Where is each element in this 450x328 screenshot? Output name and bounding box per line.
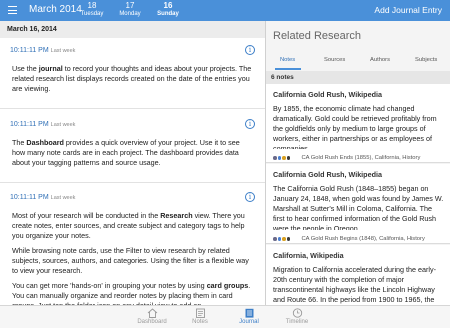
- tab-label: Journal: [239, 319, 259, 325]
- entry-relative-time: Last week: [50, 195, 76, 201]
- note-title: California Gold Rush, Wikipedia: [273, 170, 382, 179]
- note-tags: CA Gold Rush Ends (1855), California, Hi…: [301, 154, 421, 161]
- add-journal-entry-button[interactable]: Add Journal Entry: [374, 5, 442, 15]
- research-title: Related Research: [273, 30, 362, 42]
- info-icon[interactable]: i: [245, 192, 255, 202]
- tab-timeline[interactable]: Timeline: [272, 308, 322, 325]
- note-body: The California Gold Rush (1848–1855) beg…: [273, 184, 444, 231]
- home-icon: [147, 308, 157, 318]
- note-title: California Gold Rush, Wikipedia: [273, 90, 382, 99]
- tab-label: Dashboard: [137, 319, 167, 325]
- entry-text: The Dashboard provides a quick overview …: [12, 138, 240, 167]
- entry-divider: [0, 182, 265, 183]
- entry-text: While browsing note cards, use the Filte…: [12, 246, 249, 275]
- entry-time: 10:11:11 PM Last week: [10, 47, 76, 54]
- note-card[interactable]: California, Wikipedia Migration to Calif…: [266, 245, 450, 305]
- day-number: 18: [87, 1, 97, 10]
- day-monday[interactable]: 17 Monday: [110, 2, 150, 18]
- note-title: California, Wikipedia: [273, 251, 344, 260]
- note-tags: CA Gold Rush Begins (1848), California, …: [301, 235, 425, 242]
- tab-subjects[interactable]: Subjects: [415, 57, 437, 63]
- note-body: Migration to California accelerated duri…: [273, 265, 436, 304]
- tag-dot: [282, 156, 286, 160]
- journal-pane: March 16, 2014 10:11:11 PM Last week i Us…: [0, 21, 265, 305]
- tag-dot: [273, 156, 277, 160]
- tab-dashboard[interactable]: Dashboard: [127, 308, 177, 325]
- tag-dot: [277, 156, 281, 160]
- journal-entry[interactable]: 10:11:11 PM Last week i Use the journal t…: [0, 45, 265, 109]
- day-name: Tuesday: [80, 11, 104, 17]
- note-count: 6 notes: [266, 71, 450, 84]
- entry-relative-time: Last week: [50, 48, 76, 54]
- research-tabs: Notes Sources Authors Subjects: [266, 57, 450, 71]
- related-research-pane: Related Research Notes Sources Authors S…: [266, 21, 450, 305]
- tag-dot: [273, 237, 277, 241]
- tab-label: Notes: [192, 319, 208, 325]
- info-icon[interactable]: i: [245, 119, 255, 129]
- day-name: Monday: [119, 11, 141, 17]
- tab-notes-nav[interactable]: Notes: [175, 308, 225, 325]
- active-tab-indicator: [275, 68, 301, 70]
- tab-sources[interactable]: Sources: [324, 57, 345, 63]
- day-name: Sunday: [157, 11, 179, 17]
- clock-icon: [292, 308, 302, 318]
- tag-dot: [277, 237, 281, 241]
- entry-divider: [0, 108, 265, 109]
- entry-text: You can get more 'hands-on' in grouping …: [12, 281, 251, 305]
- day-number: 17: [125, 1, 135, 10]
- journal-icon: [245, 308, 253, 318]
- tab-authors[interactable]: Authors: [370, 57, 390, 63]
- tab-journal[interactable]: Journal: [224, 308, 274, 325]
- tab-notes[interactable]: Notes: [280, 57, 295, 63]
- entry-text: Most of your research will be conducted …: [12, 211, 245, 240]
- entry-time: 10:11:11 PM Last week: [10, 194, 76, 201]
- note-footer: CA Gold Rush Begins (1848), California, …: [266, 230, 450, 243]
- entry-relative-time: Last week: [50, 122, 76, 128]
- bottom-tab-bar: Dashboard Notes Journal Timeline: [0, 305, 450, 328]
- top-bar: March 2014 18 Tuesday 17 Monday 16 Sunda…: [0, 0, 450, 21]
- tag-dot: [286, 237, 290, 241]
- journal-entry[interactable]: 10:11:11 PM Last week i Most of your rese…: [0, 192, 265, 305]
- menu-icon[interactable]: [8, 6, 17, 14]
- day-number: 16: [163, 1, 173, 10]
- note-card[interactable]: California Gold Rush, Wikipedia The Cali…: [266, 164, 450, 244]
- journal-entry[interactable]: 10:11:11 PM Last week i The Dashboard pro…: [0, 119, 265, 183]
- note-body: By 1855, the economic climate had change…: [273, 104, 437, 150]
- notes-icon: [195, 308, 205, 318]
- tag-dot: [282, 237, 286, 241]
- entry-text: Use the journal to record your thoughts …: [12, 64, 252, 93]
- day-tuesday[interactable]: 18 Tuesday: [72, 2, 112, 18]
- tag-dot: [286, 156, 290, 160]
- note-card[interactable]: California Gold Rush, Wikipedia By 1855,…: [266, 84, 450, 163]
- tab-label: Timeline: [285, 319, 309, 325]
- journal-date-header: March 16, 2014: [0, 21, 265, 38]
- day-sunday[interactable]: 16 Sunday: [148, 2, 188, 18]
- note-footer: CA Gold Rush Ends (1855), California, Hi…: [266, 149, 450, 162]
- entry-time: 10:11:11 PM Last week: [10, 121, 76, 128]
- info-icon[interactable]: i: [245, 45, 255, 55]
